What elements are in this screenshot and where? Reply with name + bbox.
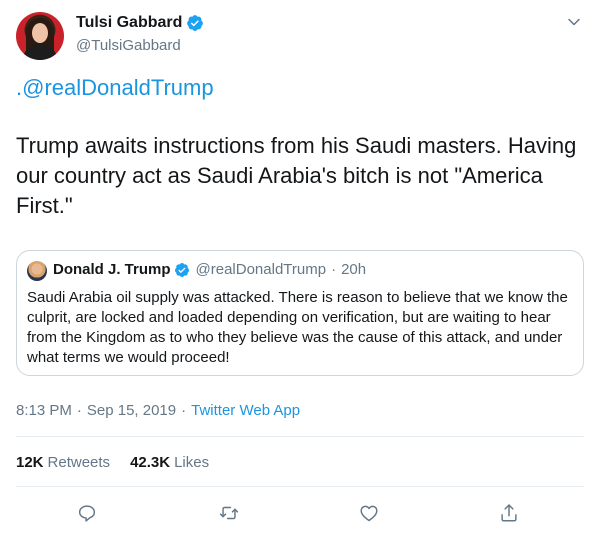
tweet-text: Trump awaits instructions from his Saudi…: [16, 133, 577, 218]
like-button[interactable]: [358, 502, 380, 524]
reply-icon: [78, 505, 96, 522]
divider: [16, 486, 584, 487]
share-icon: [501, 504, 517, 522]
author-name-row: Tulsi Gabbard: [76, 14, 204, 32]
retweets-stat[interactable]: 12K Retweets: [16, 454, 110, 471]
quoted-tweet-header: Donald J. Trump @realDonaldTrump · 20h: [53, 261, 366, 278]
quoted-separator: ·: [331, 261, 337, 278]
quoted-timestamp: 20h: [341, 261, 367, 278]
tweet-source-link[interactable]: Twitter Web App: [191, 402, 300, 419]
retweets-label: Retweets: [47, 454, 111, 471]
retweets-count: 12K: [16, 454, 44, 471]
share-button[interactable]: [498, 502, 520, 524]
verified-badge-icon: [187, 15, 204, 31]
quoted-tweet-card[interactable]: Donald J. Trump @realDonaldTrump · 20h S…: [16, 250, 584, 376]
tweet-meta: 8:13 PM · Sep 15, 2019 · Twitter Web App: [16, 402, 300, 419]
meta-separator: ·: [76, 402, 82, 419]
likes-stat[interactable]: 42.3K Likes: [130, 454, 209, 471]
divider: [16, 436, 584, 437]
chevron-down-icon[interactable]: [566, 14, 582, 30]
quoted-author-name: Donald J. Trump: [53, 261, 171, 278]
retweet-icon: [219, 506, 239, 520]
tweet-stats: 12K Retweets 42.3K Likes: [16, 454, 209, 471]
tweet-time[interactable]: 8:13 PM: [16, 402, 72, 419]
quoted-tweet-text: Saudi Arabia oil supply was attacked. Th…: [27, 289, 568, 366]
meta-separator: ·: [181, 402, 187, 419]
tweet-card: Tulsi Gabbard @TulsiGabbard .@realDonald…: [0, 0, 599, 538]
quoted-author-handle: @realDonaldTrump: [195, 261, 327, 278]
retweet-button[interactable]: [218, 502, 240, 524]
author-display-name[interactable]: Tulsi Gabbard: [76, 14, 182, 32]
tweet-date[interactable]: Sep 15, 2019: [87, 402, 176, 419]
likes-label: Likes: [174, 454, 210, 471]
author-handle[interactable]: @TulsiGabbard: [76, 37, 181, 54]
likes-count: 42.3K: [130, 454, 171, 471]
quoted-author-avatar: [27, 261, 47, 281]
reply-button[interactable]: [76, 502, 98, 524]
heart-icon: [360, 505, 378, 522]
verified-badge-icon: [174, 262, 189, 277]
tweet-mention-link[interactable]: .@realDonaldTrump: [16, 75, 214, 101]
author-avatar[interactable]: [16, 12, 64, 60]
